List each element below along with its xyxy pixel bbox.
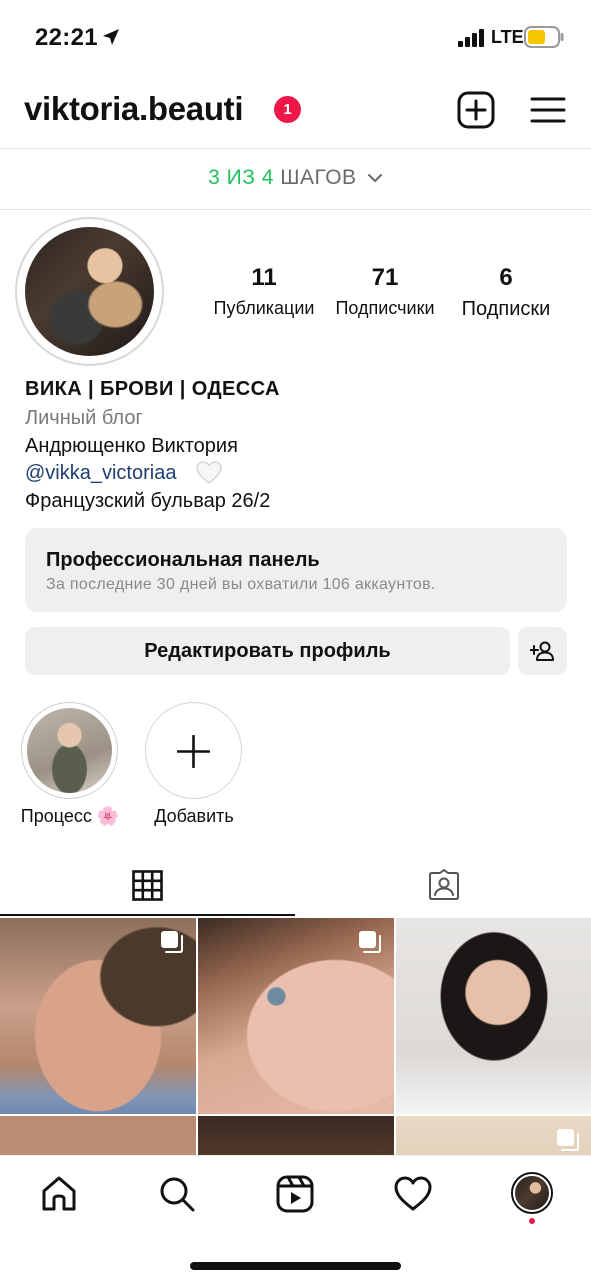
- bio-category: Личный блог: [25, 407, 143, 429]
- multiple-posts-icon: [557, 1129, 579, 1151]
- discover-people-button[interactable]: [518, 627, 567, 675]
- location-arrow-icon: [103, 29, 119, 45]
- tagged-icon: [429, 869, 459, 900]
- post-thumbnail[interactable]: [198, 918, 394, 1114]
- stat-posts-label: Публикации: [213, 298, 315, 318]
- stat-followers-label: Подписчики: [335, 298, 435, 318]
- grid-icon: [132, 870, 163, 901]
- bio-address: Французский бульвар 26/2: [25, 490, 271, 512]
- chevron-down-icon: [367, 174, 382, 183]
- bio-full-name: Андрющенко Виктория: [25, 435, 238, 457]
- bio-name: ВИКА | БРОВИ | ОДЕССА: [25, 378, 280, 400]
- username-title[interactable]: viktoria.beauti: [24, 90, 244, 128]
- steps-progress: 3 ИЗ 4: [208, 166, 274, 189]
- profile-tab-avatar[interactable]: [511, 1172, 553, 1214]
- tab-tagged[interactable]: [296, 855, 591, 917]
- post-thumbnail[interactable]: [396, 918, 591, 1114]
- stat-posts[interactable]: 11 Публикации: [204, 264, 324, 319]
- bio-mention-link[interactable]: @vikka_victoriaa: [25, 462, 176, 485]
- profile-header: viktoria.beauti 1: [0, 76, 591, 148]
- status-bar: 22:21 LTE: [0, 0, 591, 76]
- stat-followers[interactable]: 71 Подписчики: [325, 264, 445, 319]
- stat-following[interactable]: 6 Подписки: [446, 264, 566, 321]
- multiple-posts-icon: [359, 931, 381, 953]
- multiple-posts-icon: [161, 931, 183, 953]
- profile-tabs: [0, 855, 591, 917]
- stat-following-value: 6: [499, 264, 513, 291]
- plus-icon: [177, 735, 210, 768]
- post-thumbnail[interactable]: [0, 918, 196, 1114]
- tab-posts-grid[interactable]: [0, 855, 295, 917]
- stat-posts-value: 11: [251, 264, 277, 291]
- highlight-label: Процесс 🌸: [20, 806, 120, 826]
- reels-icon[interactable]: [275, 1174, 315, 1214]
- notification-dot: [529, 1218, 535, 1224]
- network-label: LTE: [491, 27, 524, 47]
- setup-steps-bar[interactable]: 3 ИЗ 4 ШАГОВ: [0, 148, 591, 210]
- notification-badge: 1: [274, 96, 301, 123]
- pro-panel-subtitle: За последние 30 дней вы охватили 106 акк…: [46, 576, 436, 593]
- activity-heart-icon[interactable]: [393, 1174, 433, 1214]
- menu-icon[interactable]: [530, 96, 566, 124]
- pro-panel-title: Профессиональная панель: [46, 549, 320, 571]
- signal-icon: [458, 29, 484, 47]
- highlight-cover[interactable]: [27, 708, 112, 793]
- professional-dashboard[interactable]: Профессиональная панель За последние 30 …: [25, 528, 567, 612]
- heart-icon: [196, 461, 222, 484]
- stat-followers-value: 71: [371, 264, 399, 291]
- battery-icon: [524, 26, 564, 48]
- home-indicator: [190, 1262, 401, 1270]
- edit-profile-button[interactable]: Редактировать профиль: [25, 627, 510, 675]
- search-icon[interactable]: [157, 1174, 197, 1214]
- avatar[interactable]: [25, 227, 154, 356]
- status-time: 22:21: [35, 24, 98, 51]
- home-icon[interactable]: [39, 1174, 79, 1214]
- bottom-navigation: [0, 1155, 591, 1280]
- avatar: [513, 1174, 551, 1212]
- add-person-icon: [530, 641, 554, 661]
- active-tab-indicator: [0, 914, 295, 916]
- stat-following-label: Подписки: [461, 298, 551, 320]
- add-highlight-label: Добавить: [154, 806, 234, 826]
- steps-label: ШАГОВ: [280, 166, 357, 189]
- add-post-icon[interactable]: [457, 91, 495, 129]
